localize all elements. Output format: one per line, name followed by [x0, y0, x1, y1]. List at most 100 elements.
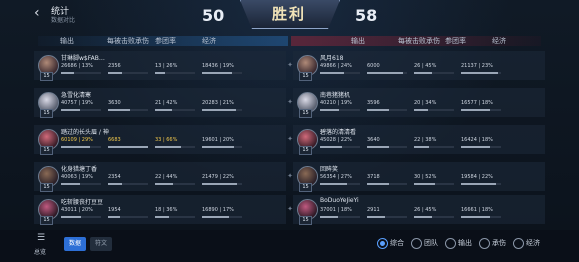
level-badge: 15 [40, 72, 53, 81]
participation-value: 22 | 38% [414, 137, 437, 143]
taken-bar [108, 216, 148, 218]
output-bar-fill [320, 72, 344, 74]
output-bar [61, 109, 101, 111]
player-name: 急雪化清寒 [61, 92, 92, 99]
filter-team-label[interactable]: 团队 [424, 238, 438, 248]
taken-bar [367, 72, 407, 74]
participation-bar [414, 183, 454, 185]
output-value: 40757 | 19% [61, 100, 93, 106]
output-bar-fill [320, 109, 340, 111]
filter-taken-label[interactable]: 承伤 [492, 238, 506, 248]
economy-bar [202, 216, 242, 218]
output-bar [320, 216, 360, 218]
overview-icon[interactable]: ☰ [37, 233, 45, 243]
taken-bar-fill [367, 146, 389, 148]
level-badge: 15 [299, 109, 312, 118]
taken-value: 1954 [108, 207, 121, 213]
economy-bar-fill [202, 183, 238, 185]
output-bar-fill [320, 216, 338, 218]
filter-taken-radio[interactable] [479, 238, 490, 249]
player-name: 回眸笑 [320, 166, 339, 173]
economy-value: 19601 | 20% [202, 137, 234, 143]
overview-label[interactable]: 总览 [34, 247, 46, 256]
player-name: 碧落的清清看 [320, 129, 357, 136]
taken-bar-fill [367, 72, 403, 74]
participation-value: 30 | 52% [414, 174, 437, 180]
participation-value: 20 | 34% [414, 100, 437, 106]
back-arrow-icon[interactable]: ‹ [34, 5, 40, 21]
participation-bar-fill [155, 146, 182, 148]
economy-bar-fill [461, 183, 497, 185]
output-bar-fill [320, 146, 342, 148]
col-participation-right: 参团率 [445, 37, 466, 45]
economy-bar [461, 216, 501, 218]
taken-bar [108, 146, 148, 148]
tab-runes[interactable]: 符文 [90, 237, 112, 251]
versus-divider-icon: ✦ [287, 61, 293, 69]
col-economy-right: 经济 [492, 37, 506, 45]
economy-bar [202, 72, 242, 74]
economy-bar-fill [461, 72, 498, 74]
economy-bar-fill [202, 72, 233, 74]
filter-overall-label[interactable]: 综合 [390, 238, 404, 248]
taken-value: 3596 [367, 100, 380, 106]
col-economy-left: 经济 [202, 37, 216, 45]
output-bar [320, 109, 360, 111]
versus-divider-icon: ✦ [287, 205, 293, 213]
economy-bar [202, 109, 242, 111]
col-participation-left: 参团率 [155, 37, 176, 45]
taken-value: 3640 [367, 137, 380, 143]
col-output-left: 输出 [60, 37, 74, 45]
taken-bar [367, 109, 407, 111]
result-text: 胜利 [271, 5, 306, 23]
taken-bar-fill [108, 216, 120, 218]
taken-bar-fill [108, 183, 122, 185]
versus-divider-icon: ✦ [287, 172, 293, 180]
right-team-score: 58 [355, 6, 378, 25]
economy-value: 16661 | 18% [461, 207, 493, 213]
tab-data[interactable]: 数据 [64, 237, 86, 251]
filter-output-label[interactable]: 输出 [458, 238, 472, 248]
participation-bar [155, 109, 195, 111]
filter-output-radio[interactable] [445, 238, 456, 249]
player-name: 化身猎塘丁香 [61, 166, 98, 173]
output-bar [61, 72, 101, 74]
participation-bar-fill [414, 216, 432, 218]
versus-divider-icon: ✦ [287, 98, 293, 106]
taken-bar-fill [367, 216, 385, 218]
participation-value: 22 | 44% [155, 174, 178, 180]
economy-bar [461, 183, 501, 185]
taken-bar-fill [108, 146, 148, 148]
level-badge: 15 [299, 146, 312, 155]
taken-bar-fill [108, 72, 122, 74]
participation-bar-fill [155, 72, 166, 74]
player-name: BoDuoYeJieYi [320, 197, 359, 204]
participation-bar-fill [414, 109, 428, 111]
taken-value: 2911 [367, 207, 380, 213]
filter-team-radio[interactable] [411, 238, 422, 249]
output-value: 40210 | 19% [320, 100, 352, 106]
filter-economy-label[interactable]: 经济 [526, 238, 540, 248]
participation-bar-fill [414, 72, 432, 74]
participation-bar [414, 216, 454, 218]
economy-bar [461, 72, 501, 74]
taken-bar-fill [367, 183, 390, 185]
economy-value: 16424 | 18% [461, 137, 493, 143]
col-output-right: 输出 [351, 37, 365, 45]
filter-overall-radio[interactable] [377, 238, 388, 249]
participation-bar [155, 72, 195, 74]
taken-bar-fill [108, 109, 130, 111]
economy-bar [202, 183, 242, 185]
output-bar-fill [320, 183, 348, 185]
player-name: 吃斩腰丧打豆豆 [61, 199, 104, 206]
taken-bar [108, 183, 148, 185]
economy-bar-fill [461, 146, 490, 148]
col-taken-left: 每被击败承伤 [107, 37, 149, 45]
participation-value: 18 | 36% [155, 207, 178, 213]
output-value: 40063 | 19% [61, 174, 93, 180]
filter-economy-radio[interactable] [513, 238, 524, 249]
economy-value: 16890 | 17% [202, 207, 234, 213]
player-name: 甘琳脚w$FAB… [61, 55, 105, 62]
participation-bar-fill [155, 109, 172, 111]
level-badge: 15 [40, 216, 53, 225]
